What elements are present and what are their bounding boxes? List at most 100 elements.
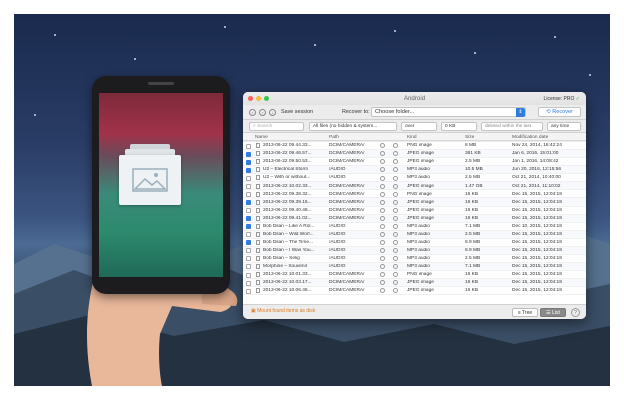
info-icon[interactable]: [393, 248, 398, 254]
file-type-filter[interactable]: All files (no hidden & system...: [309, 122, 397, 131]
preview-icon[interactable]: [380, 223, 385, 229]
column-header-path[interactable]: Path: [329, 135, 339, 140]
preview-icon[interactable]: [380, 207, 385, 213]
preview-icon[interactable]: [380, 231, 385, 237]
list-view-button[interactable]: ☰ List: [540, 308, 566, 317]
info-icon[interactable]: [393, 215, 398, 221]
preview-icon[interactable]: [380, 240, 385, 246]
row-checkbox[interactable]: [246, 191, 251, 197]
info-icon[interactable]: [393, 240, 398, 246]
column-header-name[interactable]: Name: [255, 135, 268, 140]
info-icon[interactable]: [393, 183, 398, 189]
preview-icon[interactable]: [380, 272, 385, 278]
preview-icon[interactable]: [380, 248, 385, 254]
table-row[interactable]: 2013-06-22 09.41.02... DCIM/CAMERA/JPEG i…: [243, 214, 586, 223]
table-row[interactable]: 2013-06-22 10.03.17... DCIM/CAMERA/JPEG i…: [243, 279, 586, 288]
table-row[interactable]: 2013-06-22 09.39.15... DCIM/CAMERA/JPEG i…: [243, 198, 586, 207]
preview-icon[interactable]: [380, 151, 385, 157]
license-label: License: PRO: [543, 96, 575, 102]
preview-icon[interactable]: [380, 288, 385, 294]
preview-icon[interactable]: [380, 199, 385, 205]
row-checkbox[interactable]: [246, 167, 251, 173]
preview-icon[interactable]: [380, 215, 385, 221]
table-row[interactable]: 2013-06-22 10.01.33... DCIM/CAMERA/PNG im…: [243, 271, 586, 280]
info-icon[interactable]: [393, 175, 398, 181]
save-session-icon[interactable]: ↓: [269, 109, 276, 116]
table-row[interactable]: Bob Dilan – Like A Rol... /AUDIO MP3 audio…: [243, 223, 586, 231]
size-compare-select[interactable]: over: [401, 122, 437, 131]
column-header-size[interactable]: Size: [465, 135, 474, 140]
info-icon[interactable]: [393, 207, 398, 213]
row-checkbox[interactable]: [246, 280, 251, 286]
info-icon[interactable]: [393, 280, 398, 286]
preview-icon[interactable]: [380, 191, 385, 197]
window-title: Android: [403, 95, 426, 102]
table-row[interactable]: 2013-06-22 09.44.33... DCIM/CAMERA/PNG im…: [243, 142, 586, 151]
table-row[interactable]: 2013-06-22 09.50.53... DCIM/CAMERA/JPEG i…: [243, 158, 586, 167]
preview-icon[interactable]: [380, 167, 385, 173]
info-icon[interactable]: [393, 191, 398, 197]
row-checkbox[interactable]: [246, 288, 251, 294]
time-range-select[interactable]: any time: [547, 122, 581, 131]
folder-select[interactable]: Choose folder... ⇕: [371, 107, 526, 117]
preview-icon[interactable]: [380, 175, 385, 181]
info-icon[interactable]: [393, 143, 398, 149]
table-row[interactable]: 2013-06-22 09.46.57... DCIM/CAMERA/JPEG i…: [243, 150, 586, 159]
info-icon[interactable]: [393, 151, 398, 157]
preview-icon[interactable]: [380, 264, 385, 270]
row-checkbox[interactable]: [246, 183, 251, 189]
table-row[interactable]: Bob Dilan – I Was You... /AUDIO MP3 audio 8…: [243, 246, 586, 255]
row-checkbox[interactable]: [246, 224, 251, 230]
row-checkbox[interactable]: [246, 272, 251, 278]
table-row[interactable]: 2013-06-22 10.02.33... DCIM/CAMERA/JPEG i…: [243, 182, 586, 191]
table-row[interactable]: 2013-06-22 09.38.32... DCIM/CAMERA/PNG im…: [243, 190, 586, 199]
info-icon[interactable]: [393, 272, 398, 278]
mount-disk-button[interactable]: ▣ Mount found items as disk: [251, 308, 315, 314]
info-icon[interactable]: [393, 159, 398, 165]
info-icon[interactable]: [393, 223, 398, 229]
forward-icon[interactable]: ›: [259, 109, 266, 116]
column-header-kind[interactable]: Kind: [407, 135, 417, 140]
table-row[interactable]: 2013-06-22 09.40.46... DCIM/CAMERA/JPEG i…: [243, 207, 586, 215]
back-icon[interactable]: ‹: [249, 109, 256, 116]
info-icon[interactable]: [393, 199, 398, 205]
preview-icon[interactable]: [380, 183, 385, 189]
info-icon[interactable]: [393, 288, 398, 294]
preview-icon[interactable]: [380, 143, 385, 149]
tree-view-button[interactable]: ≡ Tree: [512, 308, 538, 317]
row-checkbox[interactable]: [246, 143, 251, 149]
row-checkbox[interactable]: [246, 151, 251, 157]
help-button[interactable]: ?: [571, 308, 580, 317]
row-checkbox[interactable]: [246, 264, 251, 270]
table-row[interactable]: U2 – With or without... /AUDIO MP3 audio 2.…: [243, 174, 586, 183]
row-checkbox[interactable]: [246, 208, 251, 213]
column-header-date[interactable]: Modification date: [512, 135, 548, 140]
row-checkbox[interactable]: [246, 175, 251, 181]
row-checkbox[interactable]: [246, 256, 251, 262]
table-row[interactable]: Bob Dilan – Wild Worl... /AUDIO MP3 audio 2…: [243, 230, 586, 239]
table-row[interactable]: Bob Dilan – Selig/AUDIO MP3 audio 2.5 MB De…: [243, 255, 586, 263]
table-row[interactable]: Morphine – Souvenir/AUDIO MP3 audio 7.1 MB…: [243, 262, 586, 271]
table-row[interactable]: U2 – Electrical Storm/AUDIO MP3 audio 10.5…: [243, 166, 586, 175]
info-icon[interactable]: [393, 264, 398, 270]
preview-icon[interactable]: [380, 280, 385, 286]
info-icon[interactable]: [393, 231, 398, 237]
info-icon[interactable]: [393, 167, 398, 173]
preview-icon[interactable]: [380, 256, 385, 262]
row-checkbox[interactable]: [246, 248, 251, 254]
table-row[interactable]: Bob Dilan – The Time... /AUDIO MP3 audio 8.…: [243, 239, 586, 247]
row-checkbox[interactable]: [246, 216, 251, 222]
table-row[interactable]: 2013-06-22 10.06.45... DCIM/CAMERA/JPEG i…: [243, 287, 586, 296]
size-value-select[interactable]: 0 KB: [441, 122, 477, 131]
row-path: DCIM/CAMERA/: [329, 207, 365, 213]
recover-button[interactable]: ⟲ Recover: [538, 107, 581, 117]
info-icon[interactable]: [393, 256, 398, 262]
row-name: Morphine – Souvenir: [263, 264, 308, 270]
row-checkbox[interactable]: [246, 199, 251, 205]
search-input[interactable]: ⌕ Search: [249, 122, 304, 131]
save-session-button[interactable]: Save session: [281, 109, 313, 115]
row-checkbox[interactable]: [246, 159, 251, 165]
row-checkbox[interactable]: [246, 240, 251, 246]
row-checkbox[interactable]: [246, 232, 251, 238]
preview-icon[interactable]: [380, 159, 385, 165]
